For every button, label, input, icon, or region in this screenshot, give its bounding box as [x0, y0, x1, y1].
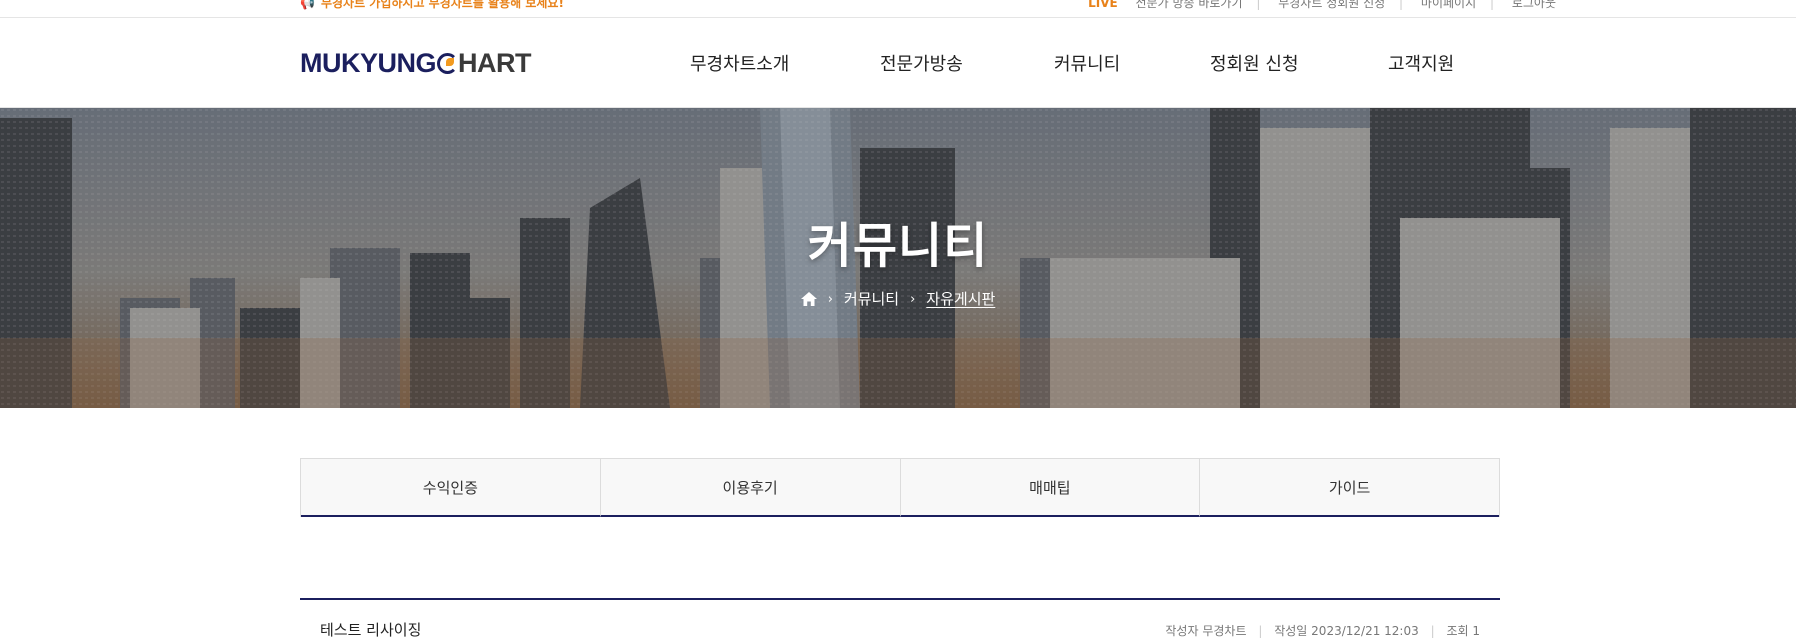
breadcrumb: › 커뮤니티 › 자유게시판	[0, 288, 1796, 310]
divider: |	[1256, 0, 1261, 10]
top-utility-bar: 📢 무경차트 가입하시고 무경차트를 활용해 보세요! LIVE 전문가 방송 바…	[0, 0, 1796, 18]
author-label: 작성자	[1165, 624, 1199, 638]
author-value: 무경차트	[1202, 624, 1247, 638]
divider: |	[1430, 624, 1435, 638]
date-label: 작성일	[1274, 624, 1308, 638]
logo-text-part2: HART	[458, 48, 532, 78]
broadcast-link[interactable]: 전문가 방송 바로가기	[1136, 0, 1243, 10]
tab-reviews[interactable]: 이용후기	[600, 459, 901, 517]
tab-profit-proof[interactable]: 수익인증	[301, 459, 601, 517]
top-notice-text: 무경차트 가입하시고 무경차트를 활용해 보세요!	[320, 0, 564, 10]
chevron-right-icon: ›	[910, 292, 916, 307]
tab-trading-tips[interactable]: 매매팁	[900, 459, 1201, 517]
tab-guide[interactable]: 가이드	[1200, 459, 1499, 517]
logout-link[interactable]: 로그아웃	[1512, 0, 1556, 10]
home-icon[interactable]	[800, 292, 817, 310]
site-logo[interactable]: MUKYUNG HART	[300, 48, 532, 78]
chevron-right-icon: ›	[827, 292, 833, 307]
divider: |	[1399, 0, 1404, 10]
post-title: 테스트 리사이징	[320, 621, 422, 639]
hero-banner: 커뮤니티 › 커뮤니티 › 자유게시판	[0, 108, 1796, 408]
logo-text-part1: MUKYUNG	[300, 48, 437, 78]
nav-item-community[interactable]: 커뮤니티	[1054, 50, 1120, 76]
utility-links: LIVE 전문가 방송 바로가기 | 무경차트 정회원 신청 | 마이페이지 |…	[1074, 0, 1556, 11]
site-header: MUKYUNG HART 무경차트소개 전문가방송 커뮤니티 정회원 신청 고객지…	[0, 18, 1796, 108]
top-notice[interactable]: 📢 무경차트 가입하시고 무경차트를 활용해 보세요!	[300, 0, 564, 11]
divider: |	[1258, 624, 1263, 638]
divider: |	[1489, 0, 1494, 10]
breadcrumb-current[interactable]: 자유게시판	[926, 290, 995, 308]
post-header-divider	[300, 598, 1500, 600]
views-label: 조회	[1446, 624, 1469, 638]
nav-item-about[interactable]: 무경차트소개	[690, 50, 789, 76]
page-title: 커뮤니티	[807, 218, 989, 274]
membership-link[interactable]: 무경차트 정회원 신청	[1278, 0, 1385, 10]
mypage-link[interactable]: 마이페이지	[1421, 0, 1476, 10]
live-badge[interactable]: LIVE	[1088, 0, 1118, 10]
community-tabs: 수익인증 이용후기 매매팁 가이드	[300, 458, 1500, 517]
post-meta: 작성자 무경차트 | 작성일 2023/12/21 12:03 | 조회 1	[1165, 622, 1480, 639]
breadcrumb-section[interactable]: 커뮤니티	[844, 290, 899, 308]
megaphone-icon: 📢	[300, 0, 315, 10]
date-value: 2023/12/21 12:03	[1311, 624, 1419, 638]
nav-item-broadcast[interactable]: 전문가방송	[880, 50, 963, 76]
views-value: 1	[1472, 624, 1480, 638]
nav-item-membership[interactable]: 정회원 신청	[1210, 50, 1299, 76]
nav-item-support[interactable]: 고객지원	[1388, 50, 1454, 76]
logo-c-mark-icon	[437, 53, 458, 74]
